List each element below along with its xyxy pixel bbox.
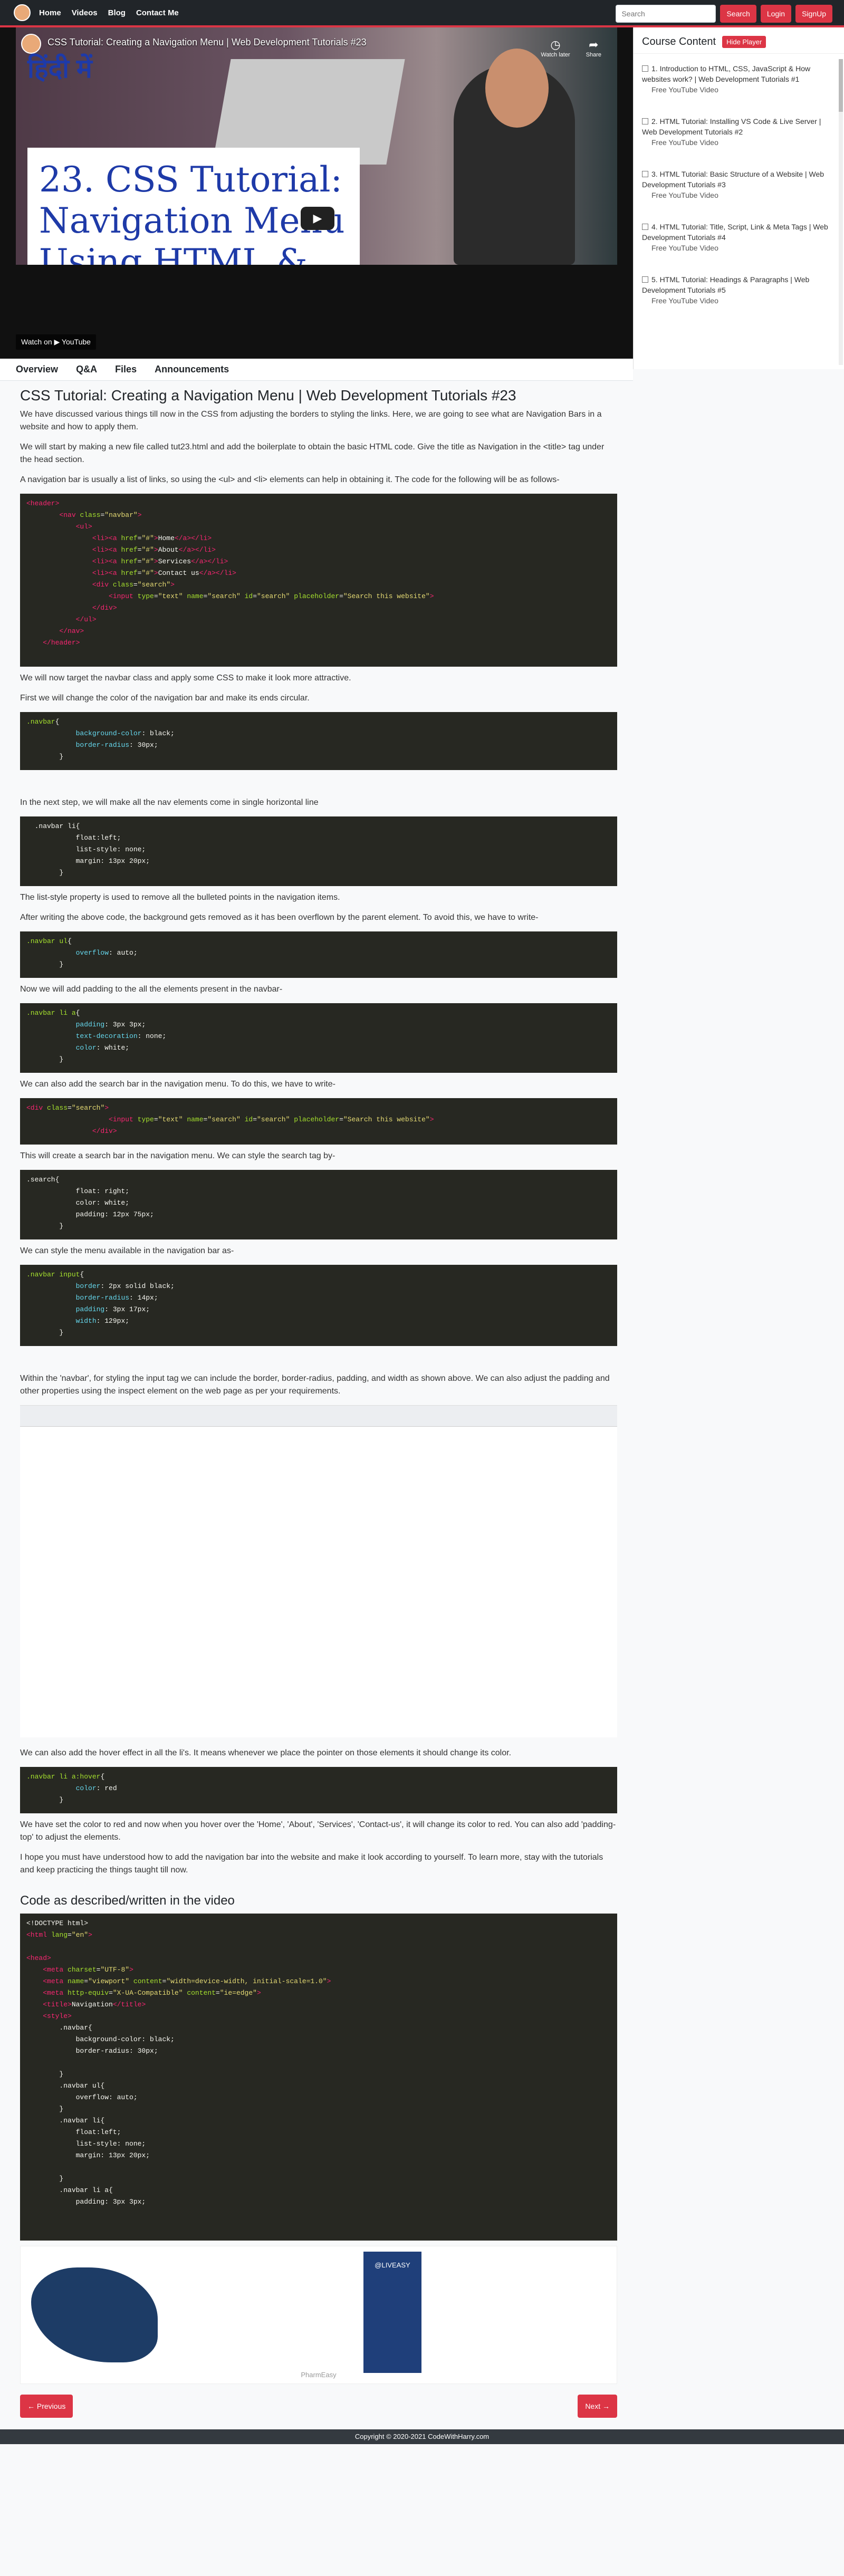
next-button[interactable]: Next → xyxy=(578,2395,617,2418)
browser-bar xyxy=(20,1406,617,1427)
article-title: CSS Tutorial: Creating a Navigation Menu… xyxy=(20,387,516,403)
pager: ← Previous Next → xyxy=(20,2389,617,2429)
code-block: .navbar{ background-color: black; border… xyxy=(20,712,617,770)
search-input[interactable] xyxy=(616,5,716,23)
paragraph: After writing the above code, the backgr… xyxy=(20,913,539,922)
paragraph: We can style the menu available in the n… xyxy=(20,1246,234,1255)
code-block: <div class="search"> <input type="text" … xyxy=(20,1098,617,1145)
paragraph: We can also add the hover effect in all … xyxy=(20,1748,512,1757)
video-title[interactable]: CSS Tutorial: Creating a Navigation Menu… xyxy=(47,37,367,48)
paragraph: We will now target the navbar class and … xyxy=(20,674,351,683)
share-icon: ➦ xyxy=(589,38,599,51)
paragraph: First we will change the color of the na… xyxy=(20,694,310,703)
nav-home[interactable]: Home xyxy=(39,8,61,17)
scrollbar-thumb[interactable] xyxy=(839,59,843,112)
nav-contact[interactable]: Contact Me xyxy=(136,8,179,17)
paragraph: We can also add the search bar in the na… xyxy=(20,1080,335,1089)
checkbox[interactable] xyxy=(642,118,648,124)
nav-actions: Search Login SignUp xyxy=(616,5,832,23)
hindi-text: हिंदी में xyxy=(27,54,92,83)
course-item[interactable]: 4. HTML Tutorial: Title, Script, Link & … xyxy=(642,222,836,253)
footer: Copyright © 2020-2021 CodeWithHarry.com xyxy=(0,2429,844,2444)
article: CSS Tutorial: Creating a Navigation Menu… xyxy=(0,381,633,2429)
course-item[interactable]: 5. HTML Tutorial: Headings & Paragraphs … xyxy=(642,274,836,306)
ad-product-image: @LIVEASY xyxy=(363,2252,421,2373)
title-slide: 23. CSS Tutorial: Navigation Menu Using … xyxy=(27,148,360,265)
paragraph: In the next step, we will make all the n… xyxy=(20,798,319,807)
nav-videos[interactable]: Videos xyxy=(72,8,98,17)
paragraph: We have discussed various things till no… xyxy=(20,410,602,431)
play-button[interactable]: ▶ xyxy=(301,207,334,230)
course-tabs: Overview Q&A Files Announcements xyxy=(0,359,633,381)
code-block: .navbar ul{ overflow: auto; } xyxy=(20,931,617,978)
search-button[interactable]: Search xyxy=(720,5,756,23)
site-logo[interactable] xyxy=(14,4,31,21)
paragraph: Within the 'navbar', for styling the inp… xyxy=(20,1374,610,1396)
ad-label: PharmEasy xyxy=(301,2371,337,2379)
checkbox[interactable] xyxy=(642,65,648,72)
clock-icon: ◷ xyxy=(550,38,561,51)
checkbox[interactable] xyxy=(642,224,648,230)
login-button[interactable]: Login xyxy=(760,5,792,23)
slide-title: 23. CSS Tutorial: Navigation Menu Using … xyxy=(39,159,345,265)
course-list: 1. Introduction to HTML, CSS, JavaScript… xyxy=(634,54,844,337)
paragraph: The list-style property is used to remov… xyxy=(20,893,340,902)
code-block: .navbar li a:hover{ color: red } xyxy=(20,1767,617,1813)
video-actions: ◷ Watch later ➦ Share xyxy=(541,38,601,58)
sidebar-header: Course Content Hide Player xyxy=(634,27,844,54)
tab-files[interactable]: Files xyxy=(115,364,137,375)
main-column: CSS Tutorial: Creating a Navigation Menu… xyxy=(0,27,633,2429)
course-item[interactable]: 1. Introduction to HTML, CSS, JavaScript… xyxy=(642,63,836,95)
full-code-block[interactable]: <!DOCTYPE html> <html lang="en"> <head> … xyxy=(20,1914,617,2241)
nav-links: Home Videos Blog Contact Me xyxy=(39,8,179,17)
advertisement[interactable]: @LIVEASY PharmEasy xyxy=(20,2246,617,2384)
watch-later-button[interactable]: ◷ Watch later xyxy=(541,38,570,58)
watch-on-youtube[interactable]: Watch on ▶ YouTube xyxy=(16,334,96,350)
top-navbar: Home Videos Blog Contact Me Search Login… xyxy=(0,0,844,27)
nav-blog[interactable]: Blog xyxy=(108,8,126,17)
share-button[interactable]: ➦ Share xyxy=(586,38,601,58)
presenter-face xyxy=(485,49,549,128)
code-heading: Code as described/written in the video xyxy=(20,1893,235,1908)
paragraph: A navigation bar is usually a list of li… xyxy=(20,475,560,484)
course-sidebar: Course Content Hide Player 1. Introducti… xyxy=(633,27,844,369)
course-item[interactable]: 2. HTML Tutorial: Installing VS Code & L… xyxy=(642,116,836,148)
ad-product-image xyxy=(31,2267,158,2362)
screenshot-image xyxy=(20,1405,617,1737)
code-block: <header> <nav class="navbar"> <ul> <li><… xyxy=(20,494,617,667)
hide-player-button[interactable]: Hide Player xyxy=(722,36,766,48)
checkbox[interactable] xyxy=(642,171,648,177)
code-block: .navbar input{ border: 2px solid black; … xyxy=(20,1265,617,1346)
play-icon: ▶ xyxy=(313,212,322,225)
signup-button[interactable]: SignUp xyxy=(795,5,832,23)
code-block: .search{ float: right; color: white; pad… xyxy=(20,1170,617,1239)
code-block: .navbar li a{ padding: 3px 3px; text-dec… xyxy=(20,1003,617,1073)
code-block: .navbar li{ float:left; list-style: none… xyxy=(20,816,617,886)
ad-badge: @LIVEASY xyxy=(375,2261,410,2269)
video-player[interactable]: CSS Tutorial: Creating a Navigation Menu… xyxy=(0,27,633,359)
sidebar-title: Course Content xyxy=(642,36,716,47)
paragraph: I hope you must have understood how to a… xyxy=(20,1853,603,1875)
tab-announcements[interactable]: Announcements xyxy=(155,364,229,375)
paragraph: This will create a search bar in the nav… xyxy=(20,1151,335,1160)
course-item[interactable]: 3. HTML Tutorial: Basic Structure of a W… xyxy=(642,169,836,200)
checkbox[interactable] xyxy=(642,276,648,283)
tab-qa[interactable]: Q&A xyxy=(76,364,97,375)
sidebar-scrollbar[interactable] xyxy=(839,59,843,365)
paragraph: We have set the color to red and now whe… xyxy=(20,1820,616,1842)
paragraph: We will start by making a new file calle… xyxy=(20,443,605,464)
tab-overview[interactable]: Overview xyxy=(16,364,58,375)
paragraph: Now we will add padding to the all the e… xyxy=(20,985,283,994)
previous-button[interactable]: ← Previous xyxy=(20,2395,73,2418)
